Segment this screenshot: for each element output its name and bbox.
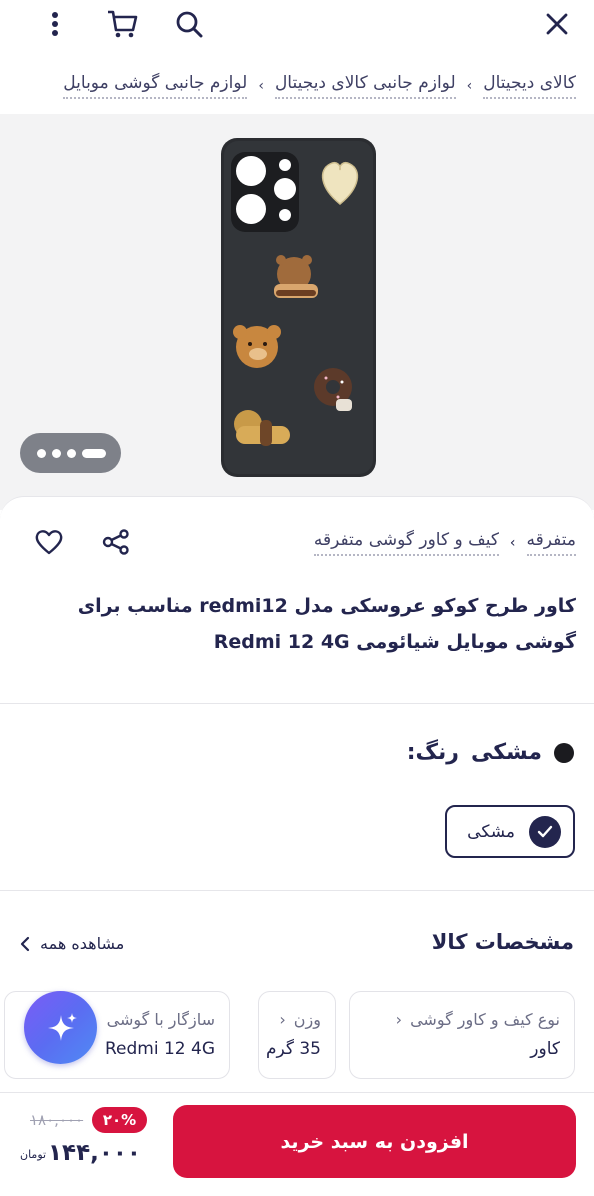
old-price: ۱۸۰,۰۰۰ (30, 1111, 84, 1129)
close-icon (546, 13, 568, 35)
chevron-icon: ‹ (258, 78, 264, 94)
spec-key: سازگار با گوشی (106, 1010, 215, 1029)
chevron-icon: ‹ (509, 535, 516, 551)
breadcrumb-item[interactable]: لوازم جانبی کالای دیجیتال (274, 73, 456, 99)
check-icon (529, 815, 561, 848)
pagination-dot (37, 448, 46, 458)
color-option[interactable]: مشکی (445, 805, 575, 858)
divider (0, 890, 594, 891)
breadcrumb-item[interactable]: لوازم جانبی گوشی موبایل (63, 73, 248, 99)
spec-card[interactable]: وزن ‹ 35 گرم (258, 991, 336, 1079)
discount-badge: ۲۰% (92, 1107, 147, 1133)
chevron-left-icon (20, 936, 30, 951)
see-all-specs-link[interactable]: مشاهده همه (20, 934, 124, 953)
color-selector-label: رنگ: مشکی (407, 740, 574, 765)
divider (0, 703, 594, 704)
more-icon (52, 12, 58, 36)
pagination-dot-active (82, 448, 106, 458)
share-button[interactable] (98, 524, 134, 560)
top-bar (0, 0, 594, 50)
product-title: کاور طرح کوکو عروسکی مدل redmi12 مناسب ب… (77, 595, 576, 653)
spec-key: نوع کیف و کاور گوشی (410, 1010, 560, 1029)
close-button[interactable] (539, 6, 575, 42)
category-link[interactable]: متفرقه (526, 530, 576, 556)
heart-icon (35, 530, 63, 555)
spec-key: وزن (293, 1010, 321, 1029)
cart-button[interactable] (104, 6, 140, 42)
cart-icon (108, 10, 138, 38)
share-icon (102, 529, 129, 555)
currency-label: تومان (20, 1148, 47, 1161)
category-breadcrumb: متفرقه ‹ کیف و کاور گوشی متفرقه (313, 530, 576, 556)
search-button[interactable] (171, 6, 207, 42)
color-label: رنگ: (406, 740, 459, 765)
breadcrumb: کالای دیجیتال ‹ لوازم جانبی کالای دیجیتا… (63, 66, 576, 106)
current-price: ۱۴۴,۰۰۰ (48, 1140, 141, 1166)
color-option-label: مشکی (467, 821, 515, 842)
color-swatch (554, 742, 574, 763)
pagination-dot (52, 448, 61, 458)
specs-heading: مشخصات کالا (431, 930, 574, 954)
spec-value: 35 گرم (265, 1039, 321, 1059)
ai-assistant-button[interactable] (24, 991, 97, 1064)
breadcrumb-item[interactable]: کالای دیجیتال (483, 73, 576, 99)
add-to-cart-button[interactable]: افزودن به سبد خرید (173, 1105, 576, 1178)
category-link[interactable]: کیف و کاور گوشی متفرقه (313, 530, 499, 556)
chevron-icon: ‹ (279, 1010, 286, 1029)
sparkle-icon (47, 1012, 77, 1041)
selected-color-name: مشکی (470, 740, 542, 765)
more-menu-button[interactable] (37, 6, 73, 42)
spec-card[interactable]: نوع کیف و کاور گوشی ‹ کاور (349, 991, 575, 1079)
chevron-icon: ‹ (395, 1010, 403, 1029)
favorite-button[interactable] (31, 524, 67, 560)
gallery-pagination[interactable] (20, 433, 121, 473)
chevron-icon: ‹ (466, 78, 473, 94)
search-icon (176, 11, 203, 38)
spec-value: کاور (530, 1039, 560, 1059)
see-all-label: مشاهده همه (40, 934, 125, 953)
pagination-dot (67, 448, 76, 458)
